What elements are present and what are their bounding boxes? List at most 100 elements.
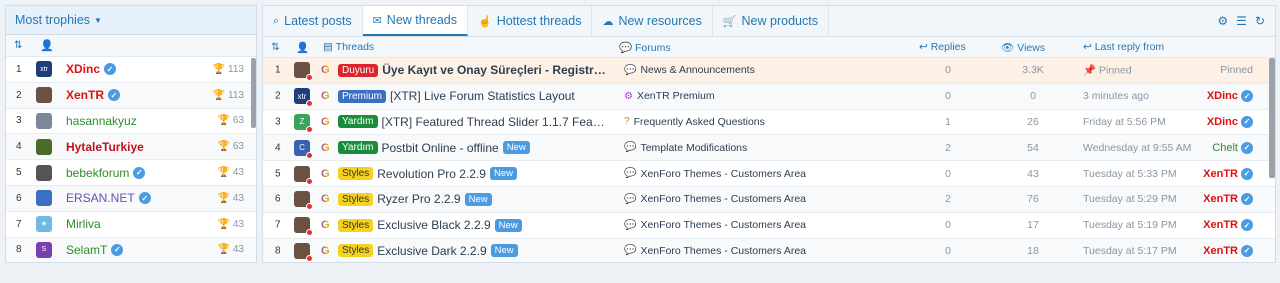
forum-link[interactable]: 💬 XenForo Themes - Customers Area [624,168,806,180]
trophy-icon: 🏆 [217,141,231,153]
reply-count: 2 [945,193,951,206]
forum-link[interactable]: 💬 XenForo Themes - Customers Area [624,193,806,205]
thread-title-link[interactable]: Yardım [XTR] Featured Thread Slider 1.1.7… [338,115,608,129]
thread-title-link[interactable]: Styles Revolution Pro 2.2.9 New [338,167,517,181]
last-reply-text: 3 minutes ago [1083,90,1149,103]
verified-icon: ✓ [104,63,117,76]
avatar[interactable] [294,217,313,237]
thread-row[interactable]: 4 C G Yardım Postbit Online - offline New 💬 Tem… [263,135,1275,162]
last-reply-user[interactable]: Pinned [1220,64,1253,76]
views-column[interactable]: 👁 Views [1001,41,1045,54]
thread-title-link[interactable]: Styles Exclusive Dark 2.2.9 New [338,244,518,258]
verified-icon: ✓ [138,192,151,205]
leaderboard-row[interactable]: 1 xtr XDinc ✓ 🏆 113 [6,57,256,83]
leaderboard-row[interactable]: 6 ERSAN.NET ✓ 🏆 43 [6,185,256,212]
status-dot [306,100,313,108]
thread-prefix-badge[interactable]: Yardım [338,115,378,129]
refresh-icon[interactable]: ↻ [1255,14,1265,28]
thread-row[interactable]: 7 G Styles Exclusive Black 2.2.9 New 💬 XenForo… [263,213,1275,239]
last-reply-user[interactable]: XenTR ✓ [1203,244,1253,257]
reply-count: 0 [945,219,951,232]
forum-name: XenTR Premium [636,90,715,103]
leaderboard-row[interactable]: 7 ✷ Mirliva 🏆 43 [6,212,256,238]
thread-prefix-badge[interactable]: Yardım [338,141,378,155]
replies-column[interactable]: ↩ Replies [919,41,966,53]
thread-title-link[interactable]: Premium [XTR] Live Forum Statistics Layou… [338,89,575,103]
thread-row[interactable]: 2 xtr G Premium [XTR] Live Forum Statistics … [263,83,1275,110]
settings-icon[interactable]: ⚙ [1217,14,1228,28]
forum-link[interactable]: 💬 XenForo Themes - Customers Area [624,219,806,231]
last-reply-user[interactable]: XDinc ✓ [1207,90,1253,103]
avatar[interactable]: Z [294,113,313,133]
scrollbar[interactable] [1269,58,1275,178]
thread-row[interactable]: 6 G Styles Ryzer Pro 2.2.9 New 💬 XenForo Theme… [263,186,1275,213]
thread-title-link[interactable]: Duyuru Üye Kayıt ve Onay Süreçleri - Regi… [338,63,608,77]
sort-icon[interactable]: ⇅ [271,41,280,53]
thread-prefix-badge[interactable]: Styles [338,244,374,258]
last-reply-column[interactable]: ↩ Last reply from [1083,41,1164,53]
avatar[interactable] [36,190,52,207]
leaderboard-row[interactable]: 2 XenTR ✓ 🏆 113 [6,82,256,109]
thread-title-link[interactable]: Yardım Postbit Online - offline New [338,141,530,155]
last-reply-user[interactable]: XenTR ✓ [1203,219,1253,232]
forum-link[interactable]: 💬 Template Modifications [624,142,747,154]
avatar[interactable] [294,242,313,262]
avatar[interactable] [294,62,313,82]
thread-title-link[interactable]: Styles Ryzer Pro 2.2.9 New [338,192,492,206]
thread-prefix-badge[interactable]: Duyuru [338,63,379,77]
avatar[interactable] [294,191,313,211]
tab-hottest-threads[interactable]: ☝ Hottest threads [468,6,593,36]
caret-down-icon: ▼ [94,15,102,25]
thread-row[interactable]: 3 Z G Yardım [XTR] Featured Thread Slider 1.… [263,110,1275,136]
thread-row[interactable]: 5 G Styles Revolution Pro 2.2.9 New 💬 XenForo … [263,161,1275,187]
tab-new-products[interactable]: 🛒 New products [713,6,829,36]
avatar[interactable]: xtr [294,88,313,108]
forum-link[interactable]: 💬 XenForo Themes - Customers Area [624,245,806,257]
avatar[interactable]: ✷ [36,216,52,233]
tab-new-threads[interactable]: ✉ New threads [362,6,468,36]
trophy-value: 43 [232,192,244,204]
trophy-count: 🏆 113 [213,64,244,75]
leaderboard-row[interactable]: 8 S SelamT ✓ 🏆 43 [6,237,256,262]
threads-column[interactable]: ▤ Threads [323,41,374,53]
tab-latest-posts[interactable]: ⌕ Latest posts [263,6,363,36]
avatar[interactable] [294,165,313,185]
avatar[interactable]: S [36,241,52,258]
thread-prefix-badge[interactable]: Premium [338,89,387,103]
leaderboard-row[interactable]: 5 bebekforum ✓ 🏆 43 [6,160,256,186]
forums-column[interactable]: 💬 Forums [619,41,671,54]
leaderboard-dropdown[interactable]: Most trophies ▼ [6,6,256,35]
view-count: 26 [1027,115,1039,128]
avatar[interactable] [36,164,52,181]
forum-link[interactable]: ⚙ XenTR Premium [624,90,715,102]
last-reply-user[interactable]: XDinc ✓ [1207,115,1253,128]
leaderboard-row[interactable]: 4 HytaleTurkiye 🏆 63 [6,134,256,161]
trophy-count: 🏆 43 [218,193,244,204]
thread-title-link[interactable]: Styles Exclusive Black 2.2.9 New [338,218,522,232]
last-reply-user[interactable]: XenTR ✓ [1203,167,1253,180]
thread-row[interactable]: 1 G Duyuru Üye Kayıt ve Onay Süreçleri - Re… [263,58,1275,84]
thread-prefix-badge[interactable]: Styles [338,218,374,232]
tab-new-resources[interactable]: ☁ New resources [592,6,713,36]
thread-prefix-badge[interactable]: Styles [338,192,374,206]
leaderboard-row[interactable]: 3 hasannakyuz 🏆 63 [6,109,256,135]
avatar[interactable] [36,87,52,104]
last-reply-time: Friday at 5:56 PM [1083,116,1166,128]
sort-icon[interactable]: ⇅ [6,40,36,51]
avatar[interactable]: xtr [36,61,52,78]
avatar[interactable] [36,112,52,129]
row-number: 4 [275,142,281,154]
avatar[interactable] [36,138,52,155]
status-dot [306,229,313,237]
forum-link[interactable]: ? Frequently Asked Questions [624,116,765,128]
thread-prefix-badge[interactable]: Styles [338,167,374,181]
avatar[interactable]: C [294,139,313,159]
scrollbar[interactable] [251,58,256,128]
layout-icon[interactable]: ☰ [1236,14,1247,28]
username: hasannakyuz [66,113,137,128]
last-reply-user[interactable]: XenTR ✓ [1203,193,1253,206]
forum-link[interactable]: 💬 News & Announcements [624,64,755,76]
views-column-label: Views [1017,42,1046,54]
thread-row[interactable]: 8 G Styles Exclusive Dark 2.2.9 New 💬 XenForo … [263,238,1275,262]
last-reply-user[interactable]: Chelt ✓ [1212,141,1253,154]
